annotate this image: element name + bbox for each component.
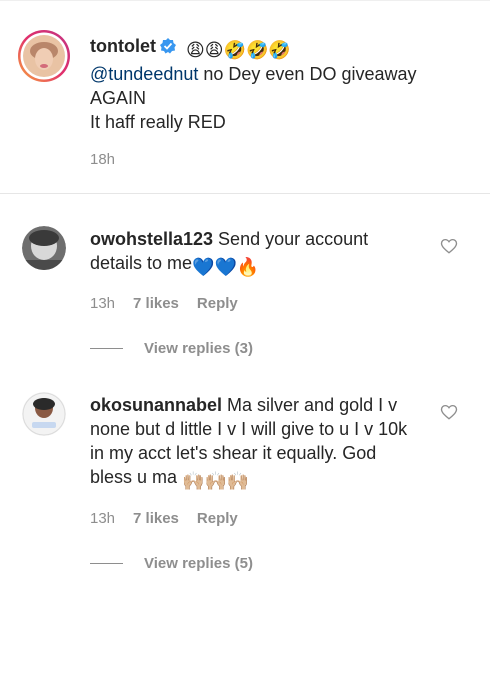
comment1-meta: 13h 7 likes Reply [90,295,256,312]
caption-meta: 18h [90,151,133,168]
comment1-view-replies[interactable]: View replies (3) [90,340,253,357]
comment2-reply-button[interactable]: Reply [197,510,238,527]
like-heart-icon[interactable] [440,403,458,421]
caption-emojis: 😩😩🤣🤣🤣 [186,40,291,60]
caption-line3: It haff really RED [90,112,226,132]
caption-line1: no Dey even DO giveaway [198,64,417,84]
caption-username[interactable]: tontolet [90,36,156,56]
comment1-username[interactable]: owohstella123 [90,229,213,249]
comment2-view-replies[interactable]: View replies (5) [90,555,253,572]
top-border [0,0,490,1]
comment2-username[interactable]: okosunannabel [90,395,222,415]
caption-avatar[interactable] [17,29,71,83]
verified-badge-icon [159,37,177,61]
comment1-likes[interactable]: 7 likes [133,295,179,312]
caption-time: 18h [90,151,116,168]
like-heart-icon[interactable] [440,237,458,255]
comment1-text: owohstella123 Send your account details … [90,227,410,279]
comment2-view-replies-label[interactable]: View replies (5) [144,555,253,572]
story-ring-icon [18,30,70,82]
caption-divider [0,193,490,194]
comment2-time: 13h [90,510,116,527]
comment2-emojis: 🙌🏼🙌🏼🙌🏼 [182,471,250,491]
comment1-avatar[interactable] [22,226,66,270]
caption-text: tontolet 😩😩🤣🤣🤣 @tundeednut no Dey even D… [90,34,460,134]
mention-link[interactable]: @tundeednut [90,64,198,84]
caption-line2: AGAIN [90,88,147,108]
comment2-likes[interactable]: 7 likes [133,510,179,527]
comment1-reply-button[interactable]: Reply [197,295,238,312]
comment1-time: 13h [90,295,116,312]
comment1-view-replies-label[interactable]: View replies (3) [144,340,253,357]
replies-line [90,563,123,564]
comment2-meta: 13h 7 likes Reply [90,510,256,527]
comment2-avatar[interactable] [22,392,66,436]
replies-line [90,348,123,349]
comment2-text: okosunannabel Ma silver and gold I v non… [90,393,420,493]
comment1-emojis: 💙💙🔥 [192,257,260,277]
